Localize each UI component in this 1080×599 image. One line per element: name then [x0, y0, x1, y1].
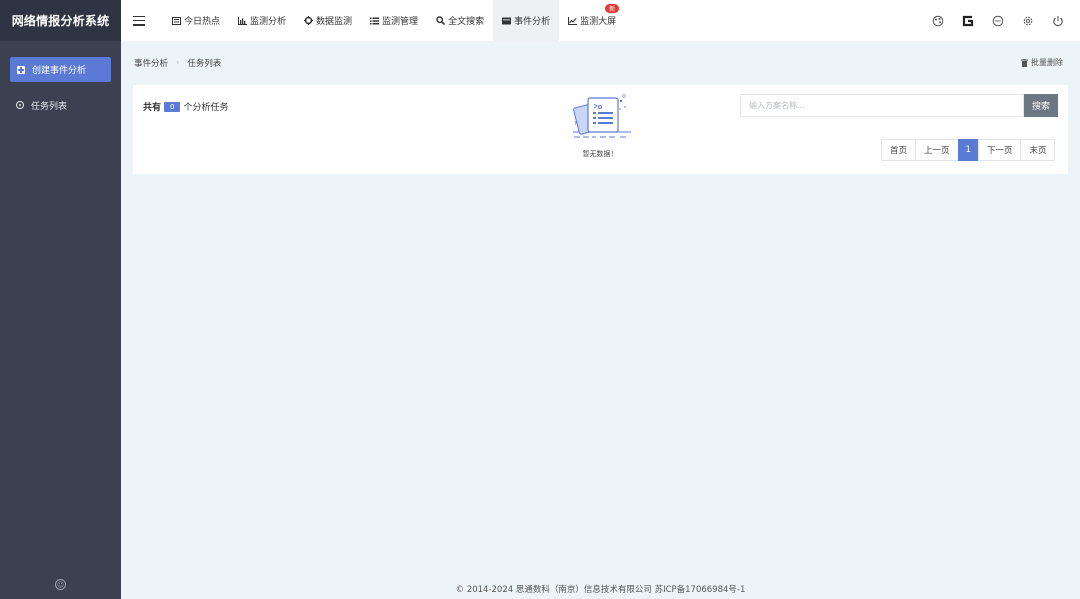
summary-suffix: 个分析任务: [183, 103, 229, 113]
pagination-current-page[interactable]: 1: [957, 139, 979, 161]
folder-icon: [502, 16, 512, 25]
nav-monitor-manage[interactable]: 监测管理: [361, 0, 427, 41]
create-event-analysis-button[interactable]: 创建事件分析: [10, 57, 111, 82]
sidebar-item-task-list[interactable]: 任务列表: [16, 98, 67, 112]
top-navbar: 今日热点 监测分析 数据监测 监测管理 全文搜索 事件分析 监测大屏 新: [121, 0, 1080, 41]
task-list-card: 共有 0 个分析任务 暂无数据！ 搜索 首页 上一页 1 下一页: [133, 85, 1068, 174]
dot-circle-icon: [16, 101, 24, 109]
bar-chart-icon: [238, 16, 248, 25]
power-icon[interactable]: [1052, 15, 1064, 27]
crosshair-icon: [304, 16, 314, 25]
sidebar: 网络情报分析系统 创建事件分析 任务列表 ☺: [0, 0, 121, 599]
line-chart-icon: [568, 16, 578, 25]
create-event-analysis-label: 创建事件分析: [32, 66, 87, 76]
summary-prefix: 共有: [143, 103, 162, 113]
nav-label: 今日热点: [184, 17, 221, 27]
search-button[interactable]: 搜索: [1024, 94, 1058, 117]
nav-label: 数据监测: [316, 17, 353, 27]
bulk-delete-button[interactable]: 批量删除: [1021, 57, 1063, 68]
empty-document-illustration: [573, 94, 631, 138]
trash-icon: [1021, 58, 1028, 67]
nav-monitor-analysis[interactable]: 监测分析: [229, 0, 295, 41]
pagination-next[interactable]: 下一页: [977, 139, 1022, 161]
nav-data-monitor[interactable]: 数据监测: [295, 0, 361, 41]
footer-copyright: © 2014-2024 思通数科（南京）信息技术有限公司 苏ICP备170669…: [455, 585, 746, 595]
pagination-first[interactable]: 首页: [881, 139, 917, 161]
plan-name-search-input[interactable]: [740, 94, 1024, 117]
task-summary: 共有 0 个分析任务: [143, 100, 229, 113]
nav-label: 监测管理: [382, 17, 419, 27]
nav-event-analysis[interactable]: 事件分析: [493, 0, 560, 41]
list-icon: [370, 16, 380, 25]
plus-square-icon: [17, 65, 25, 74]
empty-state-text: 暂无数据！: [582, 150, 618, 158]
breadcrumb-item-event-analysis[interactable]: 事件分析: [134, 57, 168, 69]
brand-title: 网络情报分析系统: [0, 0, 121, 41]
empty-state: 暂无数据！: [566, 89, 634, 159]
breadcrumb: 事件分析 › 任务列表: [134, 57, 221, 69]
nav-label: 监测分析: [250, 17, 287, 27]
nav-label: 全文搜索: [448, 17, 485, 27]
breadcrumb-separator-icon: ›: [176, 58, 180, 68]
nav-today-hot[interactable]: 今日热点: [163, 0, 229, 41]
bulk-delete-label: 批量删除: [1031, 58, 1063, 67]
pagination: 首页 上一页 1 下一页 末页: [881, 139, 1056, 161]
g-logo-icon[interactable]: [962, 15, 974, 27]
message-icon[interactable]: [992, 15, 1004, 27]
top-right-icons: [914, 0, 1064, 41]
task-count-badge: 0: [164, 101, 181, 112]
theme-icon[interactable]: [932, 15, 944, 27]
search-icon: [436, 16, 446, 25]
gear-icon[interactable]: [1022, 15, 1034, 27]
nav-fulltext-search[interactable]: 全文搜索: [427, 0, 493, 41]
pagination-prev[interactable]: 上一页: [915, 139, 959, 161]
sidebar-item-label: 任务列表: [31, 101, 68, 112]
user-circle-icon[interactable]: ☺: [55, 579, 66, 590]
search-bar: 搜索: [740, 94, 1058, 117]
nav-label: 事件分析: [514, 17, 551, 27]
nav-monitor-screen[interactable]: 监测大屏 新: [559, 0, 625, 41]
new-badge: 新: [605, 4, 620, 13]
menu-toggle-icon[interactable]: [133, 15, 145, 26]
pagination-last[interactable]: 末页: [1020, 139, 1056, 161]
breadcrumb-item-task-list: 任务列表: [187, 59, 222, 69]
newspaper-icon: [172, 16, 181, 25]
nav-label: 监测大屏: [580, 17, 617, 27]
